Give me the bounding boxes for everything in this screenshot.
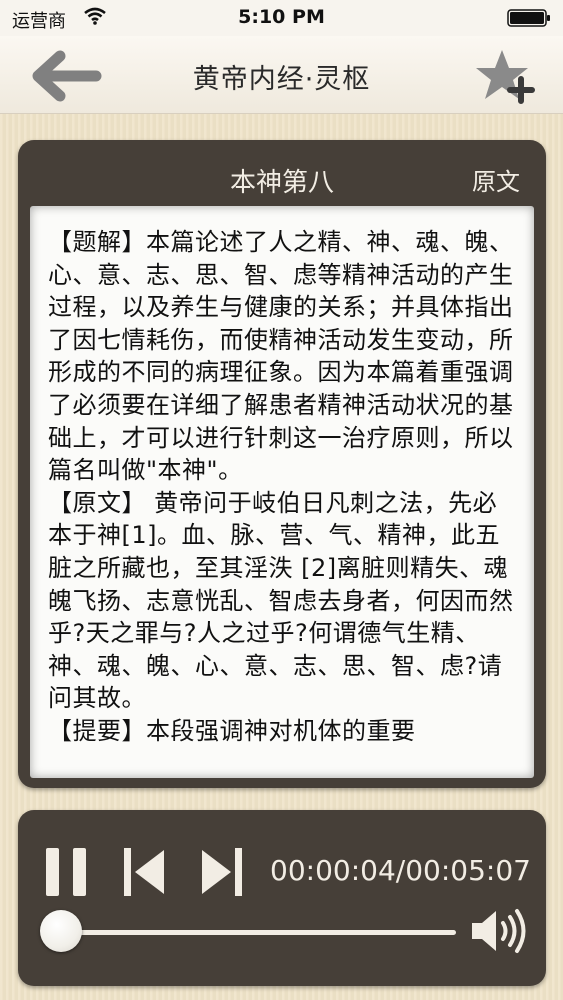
article-text: 【题解】本篇论述了人之精、神、魂、魄、心、意、志、思、智、虑等精神活动的产生过程… <box>30 206 534 748</box>
previous-track-button[interactable] <box>122 846 168 898</box>
pause-button[interactable] <box>44 846 90 898</box>
time-readout: 00:00:04/00:05:07 <box>270 854 531 887</box>
navigation-bar: 黄帝内经·灵枢 <box>0 36 563 114</box>
chapter-title: 本神第八 <box>229 168 334 198</box>
progress-slider-track[interactable] <box>50 930 456 935</box>
add-favorite-button[interactable] <box>475 46 537 106</box>
pause-icon <box>46 848 86 896</box>
status-time: 5:10 PM <box>238 6 325 28</box>
paragraph-summary: 【提要】本段强调神对机体的重要 <box>48 716 416 745</box>
battery-icon <box>507 9 550 27</box>
article-scroll-area[interactable]: 【题解】本篇论述了人之精、神、魂、魄、心、意、志、思、智、虑等精神活动的产生过程… <box>30 206 534 778</box>
progress-slider-thumb[interactable] <box>40 910 83 952</box>
original-text-button[interactable]: 原文 <box>472 162 520 197</box>
volume-button[interactable] <box>470 906 528 956</box>
next-track-icon <box>202 848 242 896</box>
next-track-button[interactable] <box>198 846 244 898</box>
paragraph-original: 【原文】 黄帝问于岐伯日凡刺之法，先必本于神[1]。血、脉、营、气、精神，此五脏… <box>48 488 514 713</box>
volume-icon <box>472 909 526 953</box>
reader-panel: 本神第八 原文 【题解】本篇论述了人之精、神、魂、魄、心、意、志、思、智、虑等精… <box>18 140 546 788</box>
paragraph-intro: 【题解】本篇论述了人之精、神、魂、魄、心、意、志、思、智、虑等精神活动的产生过程… <box>48 228 514 485</box>
previous-track-icon <box>124 848 164 896</box>
audio-player: 00:00:04/00:05:07 <box>18 810 546 986</box>
status-bar: 运营商 5:10 PM <box>0 0 563 36</box>
star-plus-icon <box>476 50 535 104</box>
